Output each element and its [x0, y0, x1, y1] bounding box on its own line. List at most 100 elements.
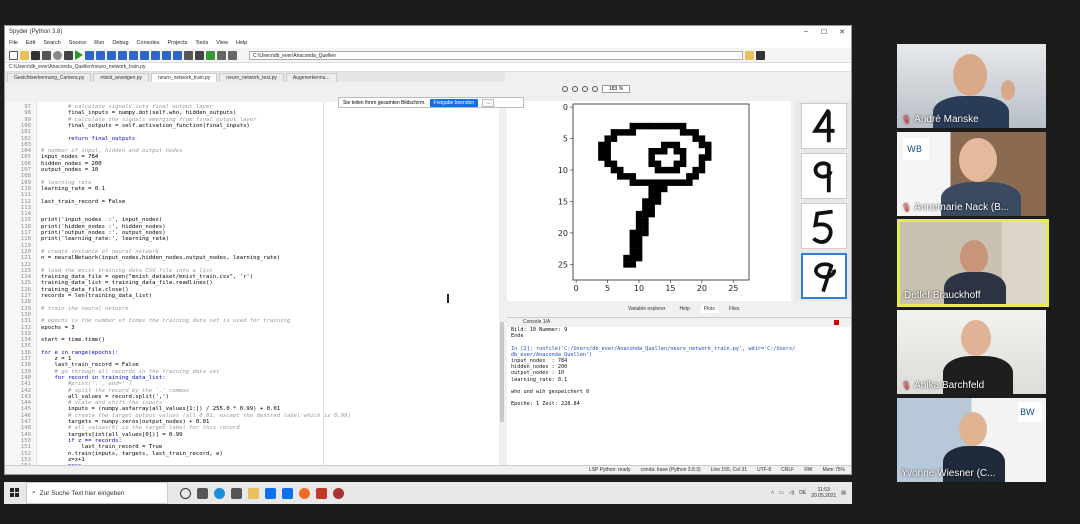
- code-text: print('input_nodes :', input_nodes): [41, 217, 163, 224]
- explorer-icon[interactable]: [248, 487, 259, 499]
- pixel-cell: [629, 261, 637, 268]
- console-tab[interactable]: Console 1/A: [523, 319, 550, 325]
- pixel-cell: [648, 122, 655, 130]
- ipython-console[interactable]: Console 1/A Bild: 10 Nummer: 9 Ende In [2]…: [507, 317, 851, 474]
- taskbar-search[interactable]: ⌕ Zur Suche Text hier eingeben: [26, 482, 168, 504]
- menu-source[interactable]: Source: [69, 40, 86, 46]
- interrupt-kernel-icon[interactable]: [834, 320, 839, 325]
- thumbnail-digit-5[interactable]: [801, 203, 847, 249]
- video-tile-detlef[interactable]: Detlef Brauckhoff: [897, 219, 1049, 307]
- menu-search[interactable]: Search: [43, 40, 60, 46]
- next-plot-icon[interactable]: [572, 86, 578, 92]
- tab-neuro-network-train[interactable]: neuro_network_train.py: [151, 72, 218, 82]
- step-into-icon[interactable]: [140, 50, 149, 60]
- more-options-button[interactable]: ...: [482, 98, 495, 107]
- pixel-cell: [654, 160, 662, 168]
- continue-icon[interactable]: [162, 50, 171, 60]
- prev-plot-icon[interactable]: [562, 86, 568, 92]
- menu-help[interactable]: Help: [236, 40, 247, 46]
- arrow-left-icon[interactable]: [217, 50, 226, 60]
- step-return-icon[interactable]: [151, 50, 160, 60]
- pixel-cell: [642, 217, 649, 224]
- run-cell-advance-icon[interactable]: [96, 50, 105, 60]
- maximize-icon[interactable]: ☐: [815, 28, 833, 36]
- x-tick-label: 20: [697, 284, 707, 293]
- tab-files[interactable]: Files: [726, 305, 743, 313]
- firefox-icon[interactable]: [299, 487, 310, 499]
- pixel-cell: [642, 179, 649, 186]
- code-editor[interactable]: 97 # calculate signals into final output…: [5, 102, 505, 474]
- cortana-icon[interactable]: [180, 487, 191, 499]
- menu-debug[interactable]: Debug: [112, 40, 128, 46]
- run-icon[interactable]: [75, 50, 83, 60]
- video-tile-andre[interactable]: 🎙 André Manske: [897, 44, 1046, 128]
- editor-scrollbar-thumb[interactable]: [500, 322, 504, 422]
- tab-augenerkennung[interactable]: Augenerkennu...: [285, 72, 337, 82]
- zoom-out-icon[interactable]: [582, 86, 588, 92]
- arrow-up-icon[interactable]: [756, 50, 765, 60]
- video-tile-anika[interactable]: 🎙 Anika Barchfeld: [897, 310, 1046, 394]
- thumbnail-digit-4[interactable]: [801, 103, 847, 149]
- run-selection-icon[interactable]: [107, 50, 116, 60]
- menu-view[interactable]: View: [216, 40, 228, 46]
- tab-gesichtserkennung[interactable]: Gesichtserkennung_Camera.py: [7, 72, 92, 82]
- store-icon[interactable]: [231, 487, 242, 499]
- pixel-cell: [629, 242, 637, 249]
- new-file-icon[interactable]: [9, 50, 18, 60]
- code-text: n = neuralNetwork(input_nodes,hidden_nod…: [41, 255, 281, 262]
- pixel-cell: [648, 154, 655, 161]
- tab-mnist-anzeigen[interactable]: mnist_anzeigen.py: [93, 72, 150, 82]
- video-tile-annemarie[interactable]: WB 🎙 Annemarie Nack (B...: [897, 132, 1046, 216]
- language-icon[interactable]: DE: [799, 490, 806, 496]
- tab-plots[interactable]: Plots: [700, 305, 718, 313]
- pixel-cell: [673, 141, 681, 149]
- close-icon[interactable]: ✕: [833, 28, 851, 36]
- stop-debug-icon[interactable]: [173, 50, 182, 60]
- network-icon[interactable]: ▭: [779, 490, 784, 496]
- tab-neuro-network-test[interactable]: neuro_network_test.py: [219, 72, 284, 82]
- save-all-icon[interactable]: [42, 50, 51, 60]
- stop-share-button[interactable]: Freigabe beenden: [429, 98, 479, 107]
- anaconda-icon[interactable]: [316, 487, 327, 499]
- tab-help[interactable]: Help: [676, 305, 692, 313]
- menu-run[interactable]: Run: [94, 40, 104, 46]
- minimize-icon[interactable]: –: [797, 28, 815, 36]
- video-tile-yvonne[interactable]: BW Yvonne Wiesner (C...: [897, 398, 1046, 482]
- menu-projects[interactable]: Projects: [167, 40, 187, 46]
- preferences-icon[interactable]: [195, 50, 204, 60]
- task-view-icon[interactable]: [197, 487, 208, 499]
- editor-scrollbar[interactable]: [499, 102, 505, 474]
- notifications-icon[interactable]: ▤: [841, 490, 846, 496]
- pixel-cell: [598, 148, 605, 155]
- spyder-icon[interactable]: [333, 487, 344, 499]
- edge-icon[interactable]: [214, 487, 225, 499]
- pixel-cell: [610, 135, 618, 142]
- step-icon[interactable]: [129, 50, 138, 60]
- menu-file[interactable]: File: [9, 40, 18, 46]
- menu-edit[interactable]: Edit: [26, 40, 35, 46]
- zoom-level[interactable]: 183 %: [602, 85, 631, 93]
- clock[interactable]: 11:53 20.05.2021: [811, 487, 836, 499]
- volume-icon[interactable]: ◁): [789, 490, 795, 496]
- thumbnail-digit-9b[interactable]: [801, 253, 847, 299]
- working-directory-field[interactable]: C:\Users\db_ever\Anaconda_Quellen: [249, 50, 743, 60]
- run-cell-icon[interactable]: [85, 50, 94, 60]
- maximize-pane-icon[interactable]: [184, 50, 193, 60]
- zoom-icon[interactable]: [282, 487, 293, 499]
- python-path-icon[interactable]: [206, 50, 215, 60]
- thumbnail-digit-9a[interactable]: [801, 153, 847, 199]
- at-icon[interactable]: [53, 50, 62, 60]
- menu-consoles[interactable]: Consoles: [137, 40, 160, 46]
- mail-icon[interactable]: [265, 487, 276, 499]
- debug-icon[interactable]: [118, 50, 127, 60]
- open-folder-icon[interactable]: [20, 50, 29, 60]
- arrow-right-icon[interactable]: [228, 50, 237, 60]
- list-icon[interactable]: [64, 50, 73, 60]
- chevron-up-icon[interactable]: ˄: [771, 490, 774, 496]
- start-button[interactable]: [4, 482, 26, 504]
- save-icon[interactable]: [31, 50, 40, 60]
- browse-folder-icon[interactable]: [745, 50, 754, 60]
- menu-tools[interactable]: Tools: [195, 40, 208, 46]
- zoom-in-icon[interactable]: [592, 86, 598, 92]
- tab-variable-explorer[interactable]: Variable explorer: [625, 305, 668, 313]
